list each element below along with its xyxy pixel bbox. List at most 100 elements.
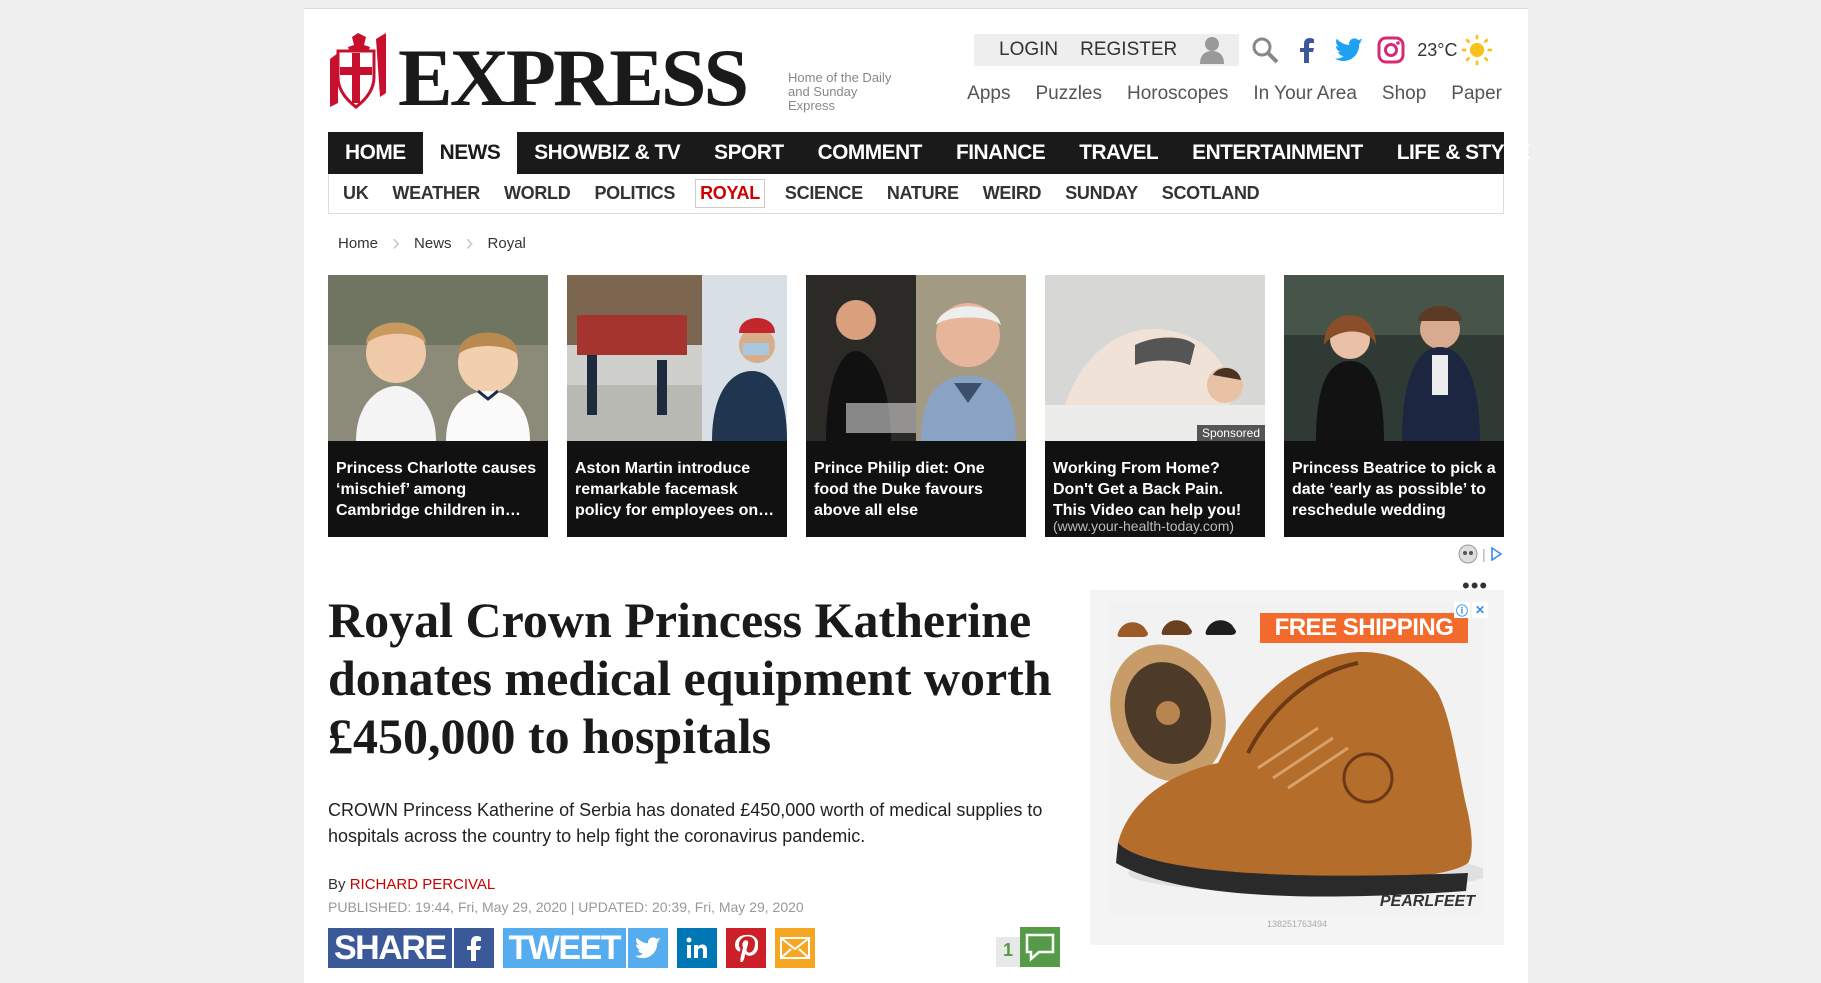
register-link[interactable]: REGISTER xyxy=(1080,39,1177,61)
story-image xyxy=(328,275,548,441)
story-title: Princess Beatrice to pick a date ‘early … xyxy=(1292,460,1496,519)
story-card[interactable]: Princess Beatrice to pick a date ‘early … xyxy=(1284,275,1504,537)
share-bar: SHARE TWEET xyxy=(328,928,816,968)
nav-entertainment[interactable]: ENTERTAINMENT xyxy=(1175,132,1380,174)
advertisement[interactable]: FREE SHIPPING PEARLFEET ⓘ ✕ 138251763494 xyxy=(1090,590,1504,945)
utility-links: Apps Puzzles Horoscopes In Your Area Sho… xyxy=(967,83,1502,105)
story-title: Prince Philip diet: One food the Duke fa… xyxy=(814,460,985,519)
instagram-icon[interactable] xyxy=(1375,34,1407,66)
weather-temperature[interactable]: 23°C xyxy=(1417,40,1457,61)
subnav-nature[interactable]: NATURE xyxy=(883,180,963,207)
logo-tagline: Home of the Daily and Sunday Express xyxy=(788,70,892,113)
story-image xyxy=(1284,275,1504,441)
article-dates: PUBLISHED: 19:44, Fri, May 29, 2020 | UP… xyxy=(328,899,804,915)
story-title: Working From Home? Don't Get a Back Pain… xyxy=(1053,460,1242,519)
article-standfirst: CROWN Princess Katherine of Serbia has d… xyxy=(328,800,1043,846)
subnav-sunday[interactable]: SUNDAY xyxy=(1061,180,1142,207)
chevron-right-icon: › xyxy=(392,229,401,256)
sub-nav: UK WEATHER WORLD POLITICS ROYAL SCIENCE … xyxy=(328,174,1504,214)
tweet-label: TWEET xyxy=(502,928,627,968)
subnav-royal[interactable]: ROYAL xyxy=(695,179,765,208)
breadcrumb: Home › News › Royal xyxy=(338,231,526,255)
nav-life-style[interactable]: LIFE & STYLE xyxy=(1380,132,1547,174)
comment-bubble-icon xyxy=(1020,927,1061,967)
util-link-apps[interactable]: Apps xyxy=(967,83,1010,105)
author-link[interactable]: RICHARD PERCIVAL xyxy=(350,876,496,893)
article-byline: By RICHARD PERCIVAL xyxy=(328,876,495,893)
sponsored-card[interactable]: Sponsored Working From Home? Don't Get a… xyxy=(1045,275,1265,537)
subnav-world[interactable]: WORLD xyxy=(500,180,574,207)
pinterest-share-button[interactable] xyxy=(726,928,767,968)
util-link-paper[interactable]: Paper xyxy=(1451,83,1502,105)
twitter-icon[interactable] xyxy=(1333,34,1365,66)
util-link-puzzles[interactable]: Puzzles xyxy=(1035,83,1102,105)
subnav-scotland[interactable]: SCOTLAND xyxy=(1158,180,1264,207)
divider: | xyxy=(1482,546,1486,562)
ad-id: 138251763494 xyxy=(1266,919,1328,929)
facebook-share-button[interactable]: SHARE xyxy=(328,928,494,968)
login-link[interactable]: LOGIN xyxy=(999,39,1058,61)
facebook-icon xyxy=(453,928,494,968)
util-link-shop[interactable]: Shop xyxy=(1382,83,1426,105)
story-title: Aston Martin introduce remarkable facema… xyxy=(575,460,775,519)
story-card[interactable]: Prince Philip diet: One food the Duke fa… xyxy=(806,275,1026,537)
subnav-politics[interactable]: POLITICS xyxy=(590,180,679,207)
shoe-image xyxy=(1110,644,1483,897)
nav-sport[interactable]: SPORT xyxy=(697,132,800,174)
sponsor-source: (www.your-health-today.com) xyxy=(1053,518,1235,534)
story-card[interactable]: Princess Charlotte causes ‘mischief’ amo… xyxy=(328,275,548,537)
breadcrumb-royal[interactable]: Royal xyxy=(488,235,526,252)
nav-comment[interactable]: COMMENT xyxy=(801,132,939,174)
subnav-science[interactable]: SCIENCE xyxy=(781,180,867,207)
linkedin-icon xyxy=(686,937,708,958)
user-icon[interactable] xyxy=(1199,36,1225,64)
adchoices-badge[interactable]: | xyxy=(1458,544,1502,564)
breadcrumb-news[interactable]: News xyxy=(414,235,452,252)
logo-wordmark: EXPRESS xyxy=(398,32,749,123)
util-link-in-your-area[interactable]: In Your Area xyxy=(1253,83,1357,105)
adchoices-icon xyxy=(1490,547,1502,561)
sponsored-badge: Sponsored xyxy=(1196,425,1265,441)
crusader-crest-icon xyxy=(330,33,386,109)
story-title: Princess Charlotte causes ‘mischief’ amo… xyxy=(336,460,537,519)
pinterest-icon xyxy=(735,934,759,962)
facebook-icon[interactable] xyxy=(1291,34,1323,66)
article-headline: Royal Crown Princess Katherine donates m… xyxy=(328,592,1052,764)
byline-prefix: By xyxy=(328,876,346,893)
story-image: Sponsored xyxy=(1045,275,1265,441)
comments-button[interactable]: 1 xyxy=(996,927,1061,967)
main-nav: HOME NEWS SHOWBIZ & TV SPORT COMMENT FIN… xyxy=(328,132,1530,174)
share-label: SHARE xyxy=(328,928,452,968)
email-share-button[interactable] xyxy=(775,928,816,968)
subnav-uk[interactable]: UK xyxy=(339,180,372,207)
chevron-right-icon: › xyxy=(465,229,474,256)
nav-showbiz-tv[interactable]: SHOWBIZ & TV xyxy=(517,132,697,174)
story-image xyxy=(567,275,787,441)
nav-finance[interactable]: FINANCE xyxy=(939,132,1062,174)
ad-logo-icon xyxy=(1458,544,1478,564)
sun-icon xyxy=(1461,34,1493,66)
linkedin-share-button[interactable] xyxy=(677,928,718,968)
nav-home[interactable]: HOME xyxy=(328,132,423,174)
comment-count: 1 xyxy=(996,937,1021,967)
subnav-weird[interactable]: WEIRD xyxy=(979,180,1046,207)
twitter-icon xyxy=(628,928,669,968)
story-card[interactable]: Aston Martin introduce remarkable facema… xyxy=(567,275,787,537)
ad-info-icon[interactable]: ⓘ xyxy=(1454,602,1470,618)
subnav-weather[interactable]: WEATHER xyxy=(388,180,484,207)
breadcrumb-home[interactable]: Home xyxy=(338,235,378,252)
ad-brand: PEARLFEET xyxy=(1379,893,1475,910)
ad-controls: ⓘ ✕ xyxy=(1454,602,1488,618)
nav-travel[interactable]: TRAVEL xyxy=(1062,132,1175,174)
close-icon[interactable]: ✕ xyxy=(1472,602,1488,618)
twitter-share-button[interactable]: TWEET xyxy=(502,928,669,968)
page: EXPRESS Home of the Daily and Sunday Exp… xyxy=(304,8,1530,983)
related-stories: Princess Charlotte causes ‘mischief’ amo… xyxy=(328,275,1504,537)
nav-news[interactable]: NEWS xyxy=(422,132,518,174)
search-icon[interactable] xyxy=(1249,34,1281,66)
top-bar: LOGIN REGISTER 23°C xyxy=(974,33,1493,67)
story-image xyxy=(806,275,1026,441)
util-link-horoscopes[interactable]: Horoscopes xyxy=(1127,83,1228,105)
site-logo[interactable]: EXPRESS Home of the Daily and Sunday Exp… xyxy=(328,19,891,123)
ad-creative[interactable]: FREE SHIPPING PEARLFEET xyxy=(1108,603,1483,915)
